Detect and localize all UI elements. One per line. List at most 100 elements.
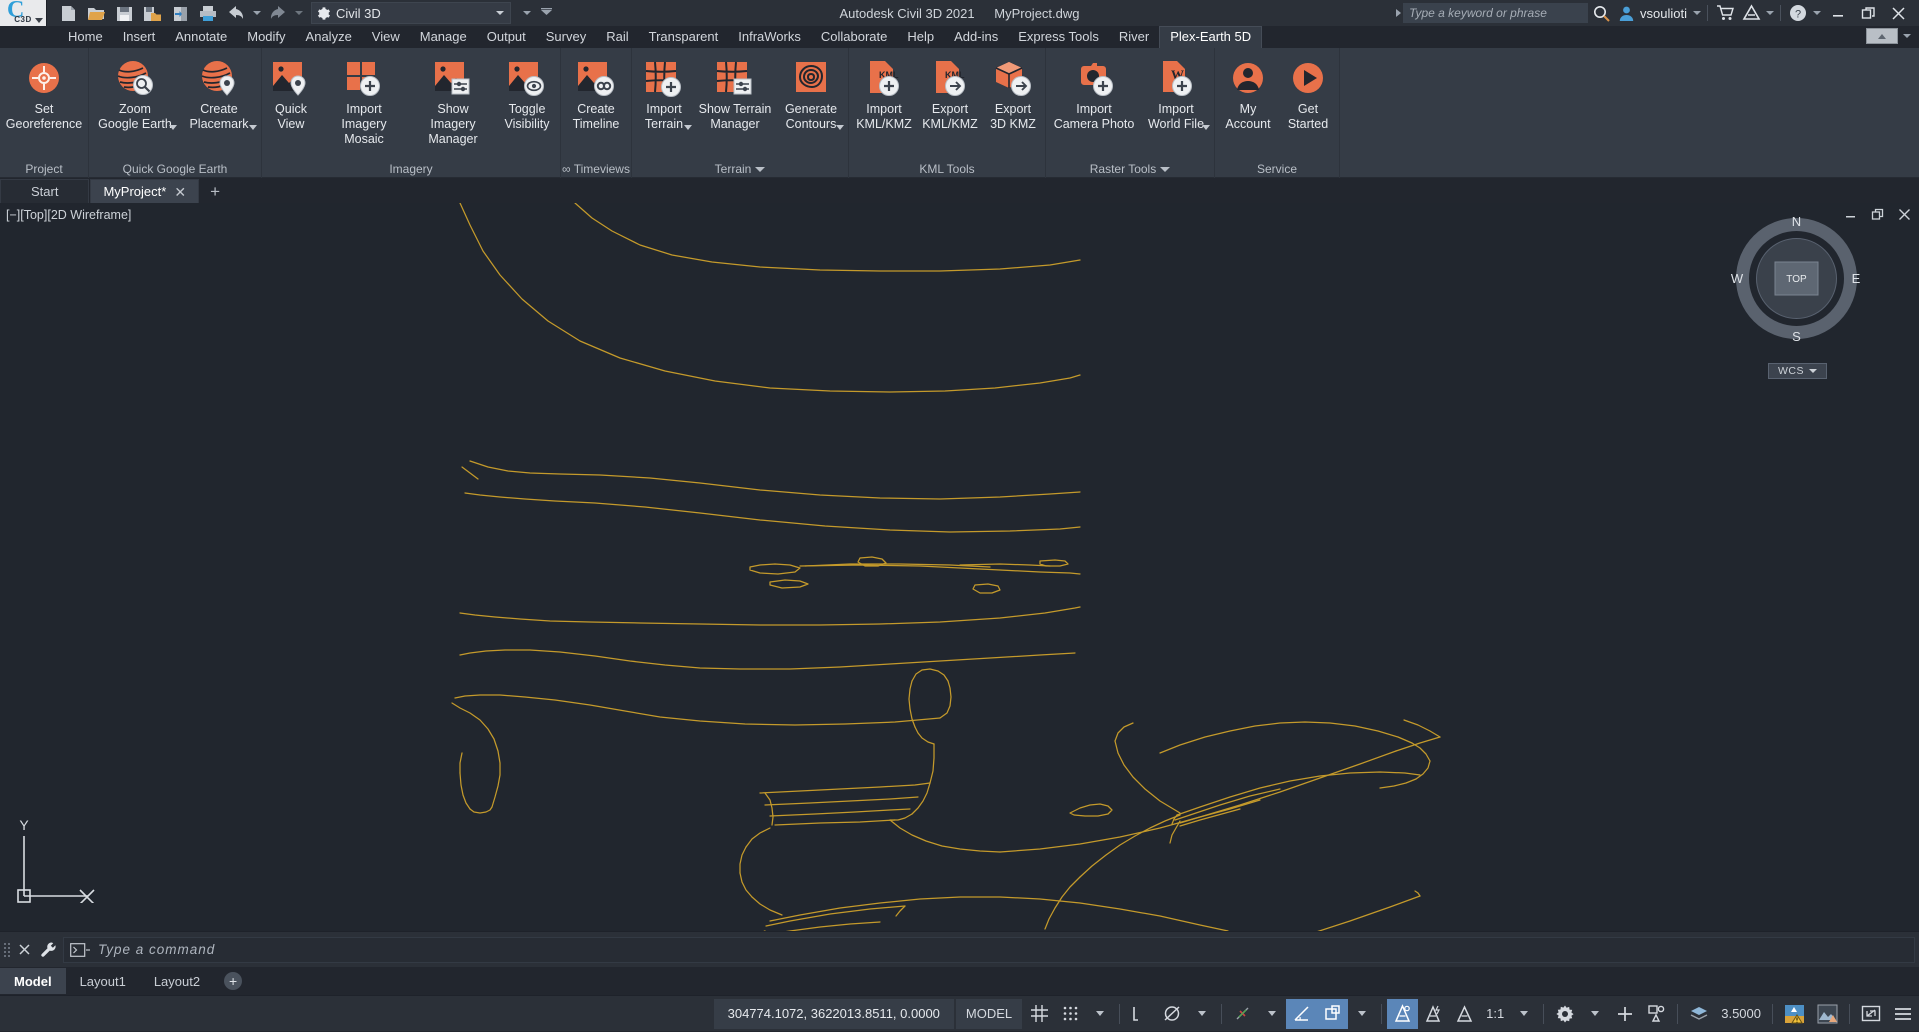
workspace-caret-icon[interactable] (496, 11, 504, 15)
add-file-tab-button[interactable]: + (200, 183, 230, 203)
ribbon-button-show-imagery-manager[interactable]: Show Imagery Manager (410, 54, 496, 147)
search-icon[interactable] (1588, 1, 1614, 25)
object-snap-button[interactable] (1227, 999, 1258, 1029)
customize-wrench-icon[interactable] (37, 938, 59, 962)
ribbon-button-import-world-file[interactable]: W Import World File (1140, 54, 1212, 132)
redo-dropdown-caret-icon[interactable] (295, 11, 303, 15)
add-layout-button[interactable]: + (224, 972, 243, 990)
open-icon[interactable] (83, 1, 109, 25)
autodesk-caret-icon[interactable] (1766, 11, 1774, 15)
ribbon-tab-output[interactable]: Output (477, 27, 536, 48)
workspace-switcher[interactable]: Civil 3D (311, 2, 511, 24)
snap-mode-caret[interactable] (1086, 999, 1114, 1029)
grid-display-button[interactable] (1024, 999, 1055, 1029)
annotation-scale-caret[interactable] (1510, 999, 1538, 1029)
saveas-icon[interactable] (139, 1, 165, 25)
viewport-label[interactable]: [−][Top][2D Wireframe] (6, 208, 131, 222)
ribbon-tab-river[interactable]: River (1109, 27, 1159, 48)
search-box[interactable] (1403, 3, 1589, 23)
object-snap-caret[interactable] (1258, 999, 1286, 1029)
help-caret-icon[interactable] (1813, 11, 1821, 15)
ribbon-button-import-terrain[interactable]: Import Terrain (634, 54, 694, 132)
ribbon-button-show-terrain-manager[interactable]: Show Terrain Manager (694, 54, 776, 132)
minimize-window-button[interactable] (1823, 0, 1853, 26)
redo-icon[interactable] (265, 1, 291, 25)
command-line-grip[interactable] (3, 942, 11, 958)
ribbon-button-quick-view[interactable]: Quick View (264, 54, 318, 132)
ribbon-options-caret-icon[interactable] (1903, 34, 1911, 38)
polar-tracking-caret[interactable] (1188, 999, 1216, 1029)
workspace-settings-button[interactable] (1549, 999, 1581, 1029)
ribbon-button-toggle-visibility[interactable]: Toggle Visibility (496, 54, 558, 132)
layout-tab-layout1[interactable]: Layout1 (66, 968, 140, 994)
user-account[interactable]: vsoulioti (1614, 5, 1691, 22)
ribbon-button-generate-contours[interactable]: Generate Contours (776, 54, 846, 132)
drawing-area[interactable]: [−][Top][2D Wireframe] TOP N S E W WCS Y (0, 203, 1919, 931)
cart-icon[interactable] (1712, 1, 1738, 25)
close-icon[interactable]: ✕ (174, 185, 186, 199)
layout-tab-model[interactable]: Model (0, 968, 66, 994)
ribbon-tab-infraworks[interactable]: InfraWorks (728, 27, 811, 48)
chevron-down-icon[interactable] (249, 125, 257, 130)
ribbon-tab-insert[interactable]: Insert (113, 27, 166, 48)
survey-warning-button[interactable] (1778, 999, 1811, 1029)
annotation-monitor-button[interactable] (1641, 999, 1672, 1029)
ribbon-button-create-placemark[interactable]: Create Placemark (179, 54, 259, 132)
ribbon-tab-plex-earth-5d[interactable]: Plex-Earth 5D (1159, 26, 1263, 48)
ribbon-tab-collaborate[interactable]: Collaborate (811, 27, 898, 48)
search-history-caret-icon[interactable] (1396, 9, 1402, 17)
viewport-close-button[interactable] (1898, 208, 1911, 224)
ribbon-button-import-imagery-mosaic[interactable]: Import Imagery Mosaic (318, 54, 410, 147)
ribbon-tab-help[interactable]: Help (897, 27, 944, 48)
ribbon-tab-manage[interactable]: Manage (410, 27, 477, 48)
lineweight-layers-icon[interactable] (1683, 999, 1715, 1029)
save-icon[interactable] (111, 1, 137, 25)
ribbon-tab-rail[interactable]: Rail (596, 27, 638, 48)
ribbon-tab-view[interactable]: View (362, 27, 410, 48)
ortho-angle-button[interactable] (1286, 998, 1318, 1029)
help-icon[interactable]: ? (1785, 1, 1811, 25)
ribbon-tab-analyze[interactable]: Analyze (296, 27, 362, 48)
command-close-icon[interactable] (13, 938, 35, 962)
annotation-scale-value[interactable]: 1:1 (1480, 999, 1510, 1029)
ribbon-button-import-camera-photo[interactable]: Import Camera Photo (1048, 54, 1140, 132)
autodesk-icon[interactable] (1738, 1, 1764, 25)
ribbon-button-import-kml[interactable]: KML Import KML/KMZ (851, 54, 917, 132)
wcs-selector[interactable]: WCS (1768, 363, 1827, 379)
isolate-objects-button[interactable] (1609, 999, 1641, 1029)
workspace-settings-caret[interactable] (1581, 999, 1609, 1029)
annotation-visibility-button[interactable] (1387, 998, 1419, 1029)
auto-scale-button[interactable] (1418, 999, 1449, 1029)
panel-title-raster-tools[interactable]: Raster Tools (1046, 160, 1214, 178)
ribbon-tab-annotate[interactable]: Annotate (165, 27, 237, 48)
model-space-button[interactable]: MODEL (955, 998, 1023, 1029)
ribbon-button-create-timeline[interactable]: Create Timeline (563, 54, 629, 132)
clean-screen-button[interactable] (1855, 999, 1887, 1029)
export-icon[interactable] (167, 1, 193, 25)
lineweight-value[interactable]: 3.5000 (1715, 999, 1767, 1029)
ribbon-button-my-account[interactable]: My Account (1217, 54, 1279, 132)
chevron-down-icon[interactable] (1202, 125, 1210, 130)
annotation-scale-icon-button[interactable] (1449, 999, 1480, 1029)
undo-dropdown-caret-icon[interactable] (253, 11, 261, 15)
ribbon-tab-add-ins[interactable]: Add-ins (944, 27, 1008, 48)
snap-mode-button[interactable] (1055, 999, 1086, 1029)
ortho-mode-button[interactable] (1125, 999, 1156, 1029)
search-input[interactable] (1403, 3, 1589, 23)
coordinates-display[interactable]: 304774.1072, 3622013.8511, 0.0000 (713, 998, 954, 1029)
layout-tab-layout2[interactable]: Layout2 (140, 968, 214, 994)
ribbon-tab-transparent[interactable]: Transparent (639, 27, 729, 48)
user-menu-caret-icon[interactable] (1693, 11, 1701, 15)
viewport-minimize-button[interactable] (1844, 208, 1857, 224)
qat-overflow-icon[interactable] (533, 1, 559, 25)
ribbon-button-set-georeference[interactable]: Set Georeference (2, 54, 86, 132)
new-icon[interactable] (55, 1, 81, 25)
minimize-ribbon-button[interactable] (1866, 28, 1898, 44)
object-snap-tracking-button[interactable] (1317, 998, 1349, 1029)
customization-menu-button[interactable] (1887, 999, 1919, 1029)
viewport-restore-button[interactable] (1871, 208, 1884, 224)
ribbon-button-get-started[interactable]: Get Started (1279, 54, 1337, 132)
file-tab-myproject-[interactable]: MyProject* ✕ (90, 179, 200, 203)
ribbon-button-zoom-google-earth[interactable]: Zoom Google Earth (91, 54, 179, 132)
file-tab-start[interactable]: Start (0, 179, 90, 203)
